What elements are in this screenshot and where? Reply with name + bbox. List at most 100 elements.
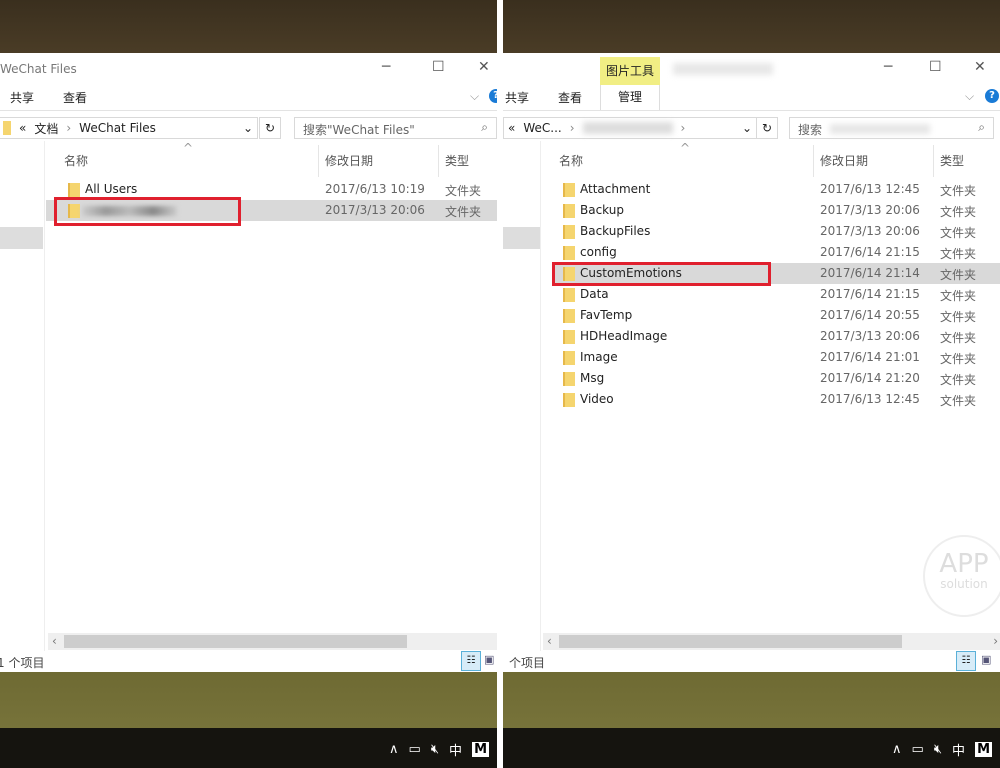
file-row[interactable]: Attachment 2017/6/13 12:45 文件夹 [555,179,1000,200]
file-date: 2017/6/13 10:19 [325,182,425,196]
ribbon-tab-share[interactable]: 共享 [505,89,529,106]
breadcrumb-item[interactable]: WeC... [523,121,561,135]
column-header-date[interactable]: 修改日期 [820,152,868,169]
refresh-button[interactable]: ↻ [259,117,281,139]
volume-muted-icon[interactable]: 🔇︎ [431,742,439,757]
file-row[interactable]: Image 2017/6/14 21:01 文件夹 [555,347,1000,368]
file-row[interactable]: FavTemp 2017/6/14 20:55 文件夹 [555,305,1000,326]
details-view-icon[interactable]: ☷ [956,651,976,671]
file-name: HDHeadImage [580,329,668,343]
file-type: 文件夹 [940,352,977,366]
ribbon-expand-icon[interactable]: ⌵ [965,89,974,104]
picture-tools-tab[interactable]: 图片工具 [600,57,660,85]
scroll-left-icon[interactable]: ‹ [52,634,57,648]
thumbnail-view-icon[interactable]: ▣ [981,653,997,669]
file-type: 文件夹 [940,310,977,324]
ribbon-tab-view[interactable]: 查看 [558,89,582,106]
explorer-window: 图片工具 ─ ☐ ✕ 共享 查看 管理 ⌵ ? « WeC... › › ⌄ ↻… [503,53,1000,672]
chevron-up-icon[interactable]: ∧ [892,742,902,757]
column-header-type[interactable]: 类型 [445,152,469,169]
column-header-name[interactable]: 名称 [64,152,88,169]
ribbon-tab-share[interactable]: 共享 [10,89,34,106]
ribbon-expand-icon[interactable]: ⌵ [470,89,479,104]
chevron-down-icon[interactable]: ⌄ [742,121,752,135]
file-row[interactable]: Data 2017/6/14 21:15 文件夹 [555,284,1000,305]
sort-arrow-icon: ^ [680,141,691,155]
close-button[interactable]: ✕ [974,59,986,75]
column-divider [813,145,814,177]
column-divider [933,145,934,177]
address-bar[interactable]: « 文档 › WeChat Files ⌄ [0,117,258,139]
status-item-count: 个项目 [509,656,546,670]
ribbon-tab-manage[interactable]: 管理 [600,85,660,110]
ime-indicator[interactable]: 中 [952,740,965,759]
column-header-name[interactable]: 名称 [559,152,583,169]
battery-icon[interactable]: ▭ [409,742,421,757]
blurred-search-text [829,124,930,134]
battery-icon[interactable]: ▭ [912,742,924,757]
minimize-button[interactable]: ─ [382,59,390,75]
app-tray-icon[interactable]: M [472,742,489,757]
nav-selected-item[interactable] [0,227,43,249]
file-name: Backup [580,203,624,217]
ime-indicator[interactable]: 中 [449,740,462,759]
file-date: 2017/6/14 20:55 [820,308,920,322]
horizontal-scrollbar[interactable]: ‹ › [543,633,1000,650]
horizontal-scrollbar[interactable]: ‹ [48,633,497,650]
scroll-left-icon[interactable]: ‹ [547,634,552,648]
file-name: Data [580,287,609,301]
chevron-up-icon[interactable]: ∧ [389,742,399,757]
address-prefix[interactable]: « [19,121,26,135]
file-type: 文件夹 [940,289,977,303]
file-type: 文件夹 [940,394,977,408]
file-row[interactable]: BackupFiles 2017/3/13 20:06 文件夹 [555,221,1000,242]
details-view-icon[interactable]: ☷ [461,651,481,671]
file-type: 文件夹 [940,373,977,387]
file-type: 文件夹 [940,184,977,198]
highlight-box [552,262,771,286]
file-date: 2017/6/13 12:45 [820,182,920,196]
address-prefix[interactable]: « [508,121,515,135]
navigation-pane[interactable] [503,141,541,651]
breadcrumb-item[interactable]: WeChat Files [79,121,156,135]
file-type: 文件夹 [940,226,977,240]
maximize-button[interactable]: ☐ [432,59,445,75]
file-row[interactable]: Video 2017/6/13 12:45 文件夹 [555,389,1000,410]
thumbnail-view-icon[interactable]: ▣ [484,653,497,669]
column-header-type[interactable]: 类型 [940,152,964,169]
file-row[interactable]: Backup 2017/3/13 20:06 文件夹 [555,200,1000,221]
navigation-pane[interactable] [0,141,45,651]
scrollbar-thumb[interactable] [64,635,407,648]
minimize-button[interactable]: ─ [884,59,892,75]
search-input[interactable]: 搜索"WeChat Files" ⌕ [294,117,497,139]
volume-muted-icon[interactable]: 🔇︎ [934,742,942,757]
help-icon[interactable]: ? [985,89,999,103]
ribbon-tab-view[interactable]: 查看 [63,89,87,106]
address-bar[interactable]: « WeC... › › ⌄ [503,117,757,139]
folder-icon [563,246,575,260]
breadcrumb-item[interactable]: 文档 [34,120,58,137]
file-row[interactable]: HDHeadImage 2017/3/13 20:06 文件夹 [555,326,1000,347]
app-tray-icon[interactable]: M [975,742,992,757]
folder-icon [563,372,575,386]
close-button[interactable]: ✕ [478,59,490,75]
file-type: 文件夹 [940,331,977,345]
status-item-count: 1 个项目 [0,656,45,670]
refresh-button[interactable]: ↻ [756,117,778,139]
scroll-right-icon[interactable]: › [993,634,998,648]
nav-selected-item[interactable] [503,227,540,249]
search-input[interactable]: 搜索 ⌕ [789,117,994,139]
file-row[interactable]: config 2017/6/14 21:15 文件夹 [555,242,1000,263]
folder-icon [563,225,575,239]
file-row[interactable]: Msg 2017/6/14 21:20 文件夹 [555,368,1000,389]
blurred-breadcrumb [582,122,673,134]
help-icon[interactable]: ? [489,89,497,103]
maximize-button[interactable]: ☐ [929,59,942,75]
folder-icon [563,351,575,365]
desktop-background [503,672,1000,728]
file-name: Video [580,392,614,406]
chevron-down-icon[interactable]: ⌄ [243,121,253,135]
column-header-date[interactable]: 修改日期 [325,152,373,169]
file-date: 2017/6/13 12:45 [820,392,920,406]
scrollbar-thumb[interactable] [559,635,902,648]
